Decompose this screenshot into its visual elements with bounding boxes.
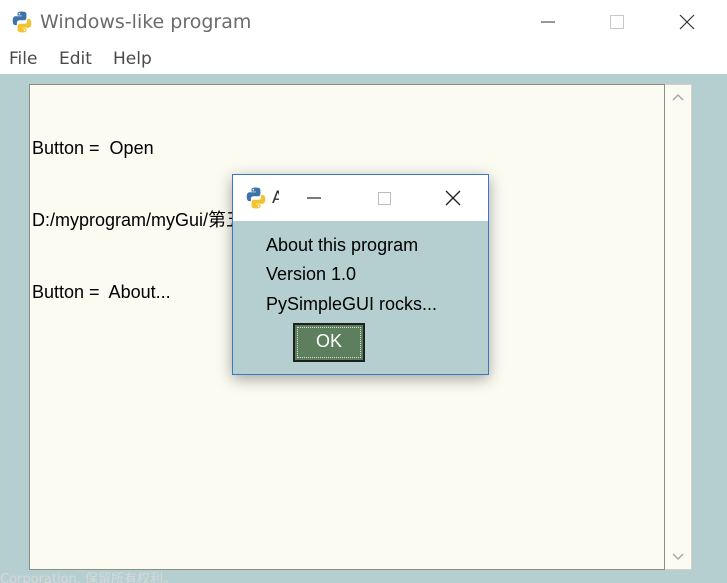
popup-title: A bbox=[272, 188, 279, 208]
close-button[interactable] bbox=[652, 0, 722, 44]
minimize-icon bbox=[307, 197, 321, 199]
chevron-down-icon bbox=[672, 553, 684, 561]
menu-help[interactable]: Help bbox=[113, 49, 152, 69]
popup-title-bar[interactable]: A bbox=[233, 175, 488, 221]
main-window: Windows-like program File Edit Help Butt… bbox=[0, 0, 727, 583]
close-icon bbox=[679, 14, 695, 30]
maximize-icon bbox=[378, 192, 391, 205]
ok-button[interactable]: OK bbox=[293, 323, 365, 362]
python-icon bbox=[244, 186, 268, 210]
scroll-up-button[interactable] bbox=[665, 87, 690, 107]
chevron-up-icon bbox=[672, 93, 684, 101]
menu-file[interactable]: File bbox=[9, 49, 37, 69]
popup-text-line: Version 1.0 bbox=[266, 264, 357, 284]
minimize-button[interactable] bbox=[513, 0, 583, 44]
popup-text-line: About this program bbox=[266, 235, 419, 255]
title-bar[interactable]: Windows-like program bbox=[0, 0, 727, 44]
python-icon bbox=[10, 10, 34, 34]
maximize-icon bbox=[610, 15, 624, 29]
output-line: Button = Open bbox=[32, 138, 154, 158]
popup-text-line: PySimpleGUI rocks... bbox=[266, 294, 438, 314]
popup-minimize-button[interactable] bbox=[301, 185, 327, 211]
close-icon bbox=[445, 190, 461, 206]
about-popup: A About this program Version 1.0 PySimpl… bbox=[232, 174, 489, 375]
vertical-scrollbar[interactable] bbox=[665, 84, 692, 570]
minimize-icon bbox=[541, 21, 555, 23]
menu-edit[interactable]: Edit bbox=[59, 49, 92, 69]
popup-close-button[interactable] bbox=[440, 185, 466, 211]
window-title: Windows-like program bbox=[40, 11, 252, 33]
scroll-down-button[interactable] bbox=[665, 547, 690, 567]
menu-bar: File Edit Help bbox=[0, 44, 727, 74]
background-console-text: Corporation. 保留所有权利。 bbox=[0, 572, 177, 583]
popup-maximize-button[interactable] bbox=[371, 185, 397, 211]
maximize-button[interactable] bbox=[582, 0, 652, 44]
